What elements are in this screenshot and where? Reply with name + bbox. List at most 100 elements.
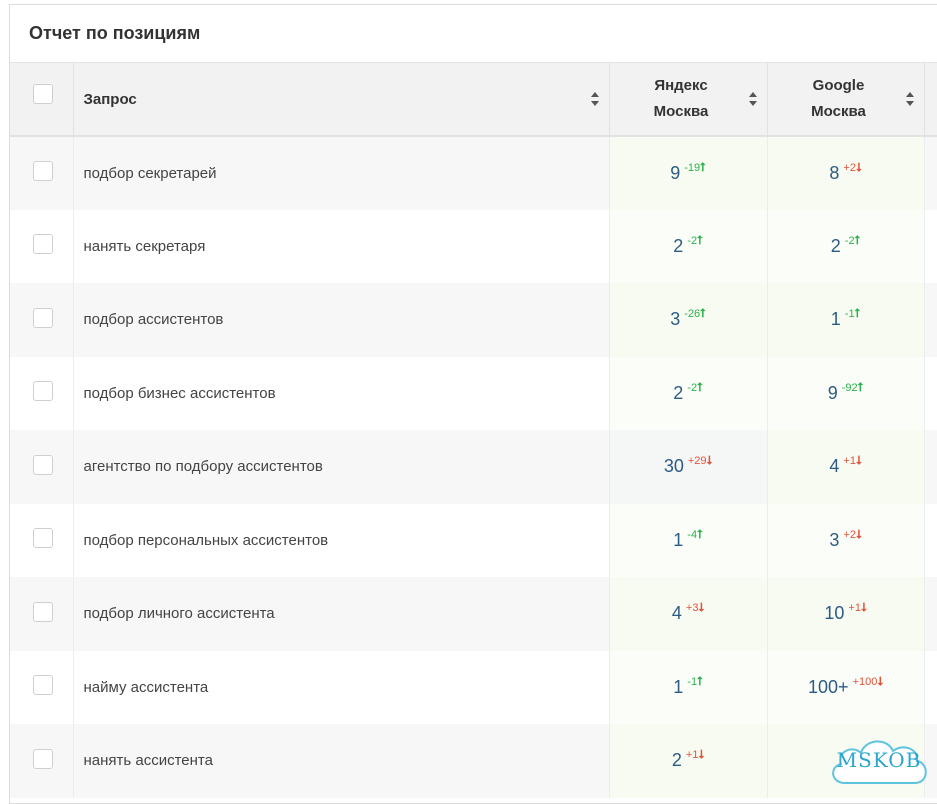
table-header-row: Запрос Яндекс Москва Google Москва xyxy=(10,63,937,136)
column-header-yandex[interactable]: Яндекс Москва xyxy=(609,63,767,136)
delta-value: +3 xyxy=(686,602,699,614)
table-row: подбор персональных ассистентов1-4⭡3+2⭣ xyxy=(10,504,937,578)
google-position-delta: +100⭣ xyxy=(853,676,883,688)
yandex-position-cell: 2 -2⭡ xyxy=(609,210,767,284)
arrow-down-icon: ⭣ xyxy=(856,527,862,541)
arrow-up-icon: ⭡ xyxy=(697,674,703,688)
yandex-position-cell: 2 -2⭡ xyxy=(609,357,767,431)
delta-value: -19 xyxy=(684,162,700,174)
sort-icon[interactable] xyxy=(749,92,757,106)
row-checkbox[interactable] xyxy=(33,602,53,622)
google-position-cell: 100+ +100⭣ xyxy=(767,651,924,725)
delta-value: -92 xyxy=(842,382,858,394)
yandex-position-cell: 30+29⭣ xyxy=(609,430,767,504)
yandex-position-delta: -1⭡ xyxy=(687,676,702,688)
yandex-position: 2 xyxy=(673,236,683,256)
delta-value: +1 xyxy=(843,455,856,467)
google-position-delta: -92⭡ xyxy=(842,382,864,394)
table-row: подбор личного ассистента4+3⭣10+1⭣ xyxy=(10,577,937,651)
yandex-position-delta: -26⭡ xyxy=(684,308,706,320)
yandex-position-delta: -2⭡ xyxy=(687,235,702,247)
row-select-cell xyxy=(10,577,73,651)
delta-value: +29 xyxy=(688,455,707,467)
table-row: нанять секретаря2-2⭡2-2⭡ xyxy=(10,210,937,284)
arrow-up-icon: ⭡ xyxy=(858,380,864,394)
yandex-position: 2 xyxy=(672,750,682,770)
delta-value: -2 xyxy=(687,235,697,247)
arrow-down-icon: ⭣ xyxy=(856,160,862,174)
google-position-delta: -2⭡ xyxy=(845,235,860,247)
row-select-cell xyxy=(10,210,73,284)
google-position: 9 xyxy=(828,383,838,403)
row-checkbox[interactable] xyxy=(33,749,53,769)
row-checkbox[interactable] xyxy=(33,161,53,181)
arrow-up-icon: ⭡ xyxy=(697,380,703,394)
extra-cell xyxy=(924,136,937,210)
sort-icon[interactable] xyxy=(591,92,599,106)
row-checkbox[interactable] xyxy=(33,234,53,254)
table-row: агентство по подбору ассистентов30+29⭣4+… xyxy=(10,430,937,504)
column-header-yandex-line2: Москва xyxy=(654,103,709,120)
query-cell: подбор бизнес ассистентов xyxy=(73,357,609,431)
google-position-cell: 9 -92⭡ xyxy=(767,357,924,431)
row-checkbox[interactable] xyxy=(33,381,53,401)
column-header-google[interactable]: Google Москва xyxy=(767,63,924,136)
row-checkbox[interactable] xyxy=(33,675,53,695)
yandex-position: 2 xyxy=(673,383,683,403)
delta-value: -1 xyxy=(845,308,855,320)
google-position-delta: +2⭣ xyxy=(843,529,861,541)
row-select-cell xyxy=(10,724,73,798)
arrow-down-icon: ⭣ xyxy=(861,600,867,614)
extra-cell xyxy=(924,504,937,578)
yandex-position-cell: 3-26⭡ xyxy=(609,283,767,357)
yandex-position: 4 xyxy=(672,603,682,623)
yandex-position-cell: 1-4⭡ xyxy=(609,504,767,578)
row-select-cell xyxy=(10,430,73,504)
row-checkbox[interactable] xyxy=(33,455,53,475)
positions-table: Запрос Яндекс Москва Google Москва подбо… xyxy=(10,63,937,798)
google-position-cell: 3+2⭣ xyxy=(767,504,924,578)
panel-title: Отчет по позициям xyxy=(10,5,937,63)
google-position: 1 xyxy=(831,309,841,329)
yandex-position-delta: -2⭡ xyxy=(687,382,702,394)
arrow-down-icon: ⭣ xyxy=(698,600,704,614)
row-checkbox[interactable] xyxy=(33,528,53,548)
sort-icon[interactable] xyxy=(906,92,914,106)
extra-cell xyxy=(924,357,937,431)
yandex-position-cell: 4 +3⭣ xyxy=(609,577,767,651)
arrow-up-icon: ⭡ xyxy=(697,233,703,247)
table-row: найму ассистента 1-1⭡ 100+ +100⭣ xyxy=(10,651,937,725)
query-cell: агентство по подбору ассистентов xyxy=(73,430,609,504)
query-text: найму ассистента xyxy=(84,679,209,696)
arrow-up-icon: ⭡ xyxy=(697,527,703,541)
extra-cell xyxy=(924,577,937,651)
delta-value: -1 xyxy=(687,676,697,688)
arrow-down-icon: ⭣ xyxy=(877,674,883,688)
delta-value: +100 xyxy=(853,676,878,688)
query-cell: подбор личного ассистента xyxy=(73,577,609,651)
google-position: 100+ xyxy=(808,677,849,697)
column-header-query[interactable]: Запрос xyxy=(73,63,609,136)
yandex-position: 9 xyxy=(670,163,680,183)
query-cell: найму ассистента xyxy=(73,651,609,725)
yandex-position-cell: 1-1⭡ xyxy=(609,651,767,725)
extra-cell xyxy=(924,430,937,504)
delta-value: -26 xyxy=(684,308,700,320)
table-row: подбор бизнес ассистентов2-2⭡9-92⭡ xyxy=(10,357,937,431)
select-all-checkbox[interactable] xyxy=(33,84,53,104)
extra-cell xyxy=(924,210,937,284)
arrow-up-icon: ⭡ xyxy=(855,306,861,320)
query-cell: нанять ассистента xyxy=(73,724,609,798)
extra-cell xyxy=(924,651,937,725)
yandex-position-delta: -19⭡ xyxy=(684,162,706,174)
yandex-position-delta: -4⭡ xyxy=(687,529,702,541)
query-text: нанять ассистента xyxy=(84,752,213,769)
watermark-text: MSKOB xyxy=(825,748,933,772)
row-checkbox[interactable] xyxy=(33,308,53,328)
arrow-down-icon: ⭣ xyxy=(698,747,704,761)
row-select-cell xyxy=(10,136,73,210)
column-header-google-line2: Москва xyxy=(811,103,866,120)
table-body: подбор секретарей9-19⭡8+2⭣нанять секрета… xyxy=(10,136,937,798)
delta-value: +1 xyxy=(686,749,699,761)
arrow-down-icon: ⭣ xyxy=(856,453,862,467)
